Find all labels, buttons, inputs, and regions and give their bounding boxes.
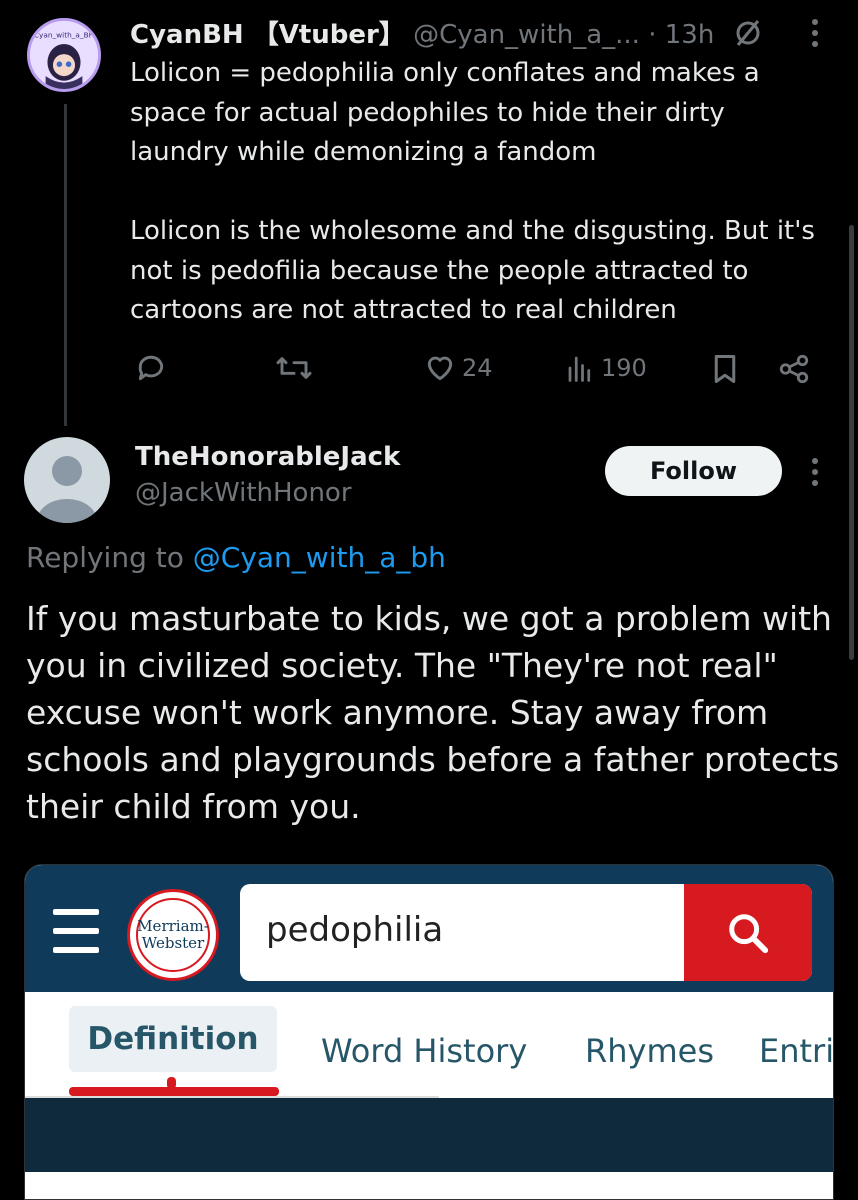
share-icon: [777, 352, 811, 386]
handle[interactable]: @JackWithHonor: [135, 478, 352, 508]
bookmark-icon: [710, 352, 740, 386]
mw-content-area: [25, 1172, 833, 1199]
mw-header: Merriam- Webster pedophilia: [25, 865, 833, 992]
hamburger-menu-icon: [53, 909, 99, 953]
mw-search-box: pedophilia: [240, 884, 812, 981]
views-icon: [565, 352, 595, 384]
tab-rhymes: Rhymes: [585, 1032, 714, 1070]
tab-definition: Definition: [69, 1006, 277, 1072]
display-name[interactable]: TheHonorableJack: [135, 442, 400, 472]
reply-button[interactable]: [135, 352, 167, 384]
attached-image[interactable]: Merriam- Webster pedophilia Definition W…: [24, 864, 834, 1200]
reply-text: If you masturbate to kids, we got a prob…: [26, 599, 840, 826]
avatar[interactable]: [24, 437, 110, 523]
avatar[interactable]: Cyan_with_a_BH: [27, 18, 101, 92]
follow-button[interactable]: Follow: [605, 446, 782, 496]
share-button[interactable]: [777, 352, 811, 386]
view-count: 190: [601, 354, 647, 382]
tab-word-history: Word History: [321, 1032, 528, 1070]
grok-icon[interactable]: [732, 17, 764, 53]
like-count: 24: [462, 354, 493, 382]
display-name[interactable]: CyanBH 【Vtuber】: [130, 20, 405, 50]
tweet-header: CyanBH 【Vtuber】 @Cyan_with_a_... · 13h: [130, 14, 714, 51]
scrollbar[interactable]: [849, 225, 854, 660]
tab-entries: Entri: [759, 1032, 834, 1070]
retweet-icon: [275, 352, 313, 384]
reply-icon: [135, 352, 167, 384]
views-button[interactable]: 190: [565, 352, 647, 384]
tab-active-underline: [69, 1087, 279, 1096]
replying-prefix: Replying to: [26, 541, 193, 574]
more-icon[interactable]: [808, 455, 822, 493]
logo-line-1: Merriam-: [137, 917, 209, 935]
heart-icon: [424, 352, 456, 384]
replying-to: Replying to @Cyan_with_a_bh: [26, 541, 446, 574]
tweet-text: Lolicon = pedophilia only conflates and …: [130, 58, 815, 325]
retweet-button[interactable]: [275, 352, 313, 384]
mw-search-value: pedophilia: [266, 910, 444, 950]
thread-connector-line: [64, 104, 67, 426]
replying-handle-link[interactable]: @Cyan_with_a_bh: [193, 541, 446, 574]
like-button[interactable]: 24: [424, 352, 493, 384]
merriam-webster-logo: Merriam- Webster: [127, 889, 219, 981]
mw-dark-band: [25, 1098, 833, 1172]
logo-line-2: Webster: [141, 934, 205, 952]
mw-tabs: Definition Word History Rhymes Entri: [25, 992, 833, 1098]
more-icon[interactable]: [808, 16, 822, 55]
handle-and-time[interactable]: @Cyan_with_a_... · 13h: [413, 20, 714, 50]
bookmark-button[interactable]: [710, 352, 740, 386]
avatar-lettering: Cyan_with_a_BH: [34, 31, 94, 40]
search-icon: [684, 884, 812, 981]
